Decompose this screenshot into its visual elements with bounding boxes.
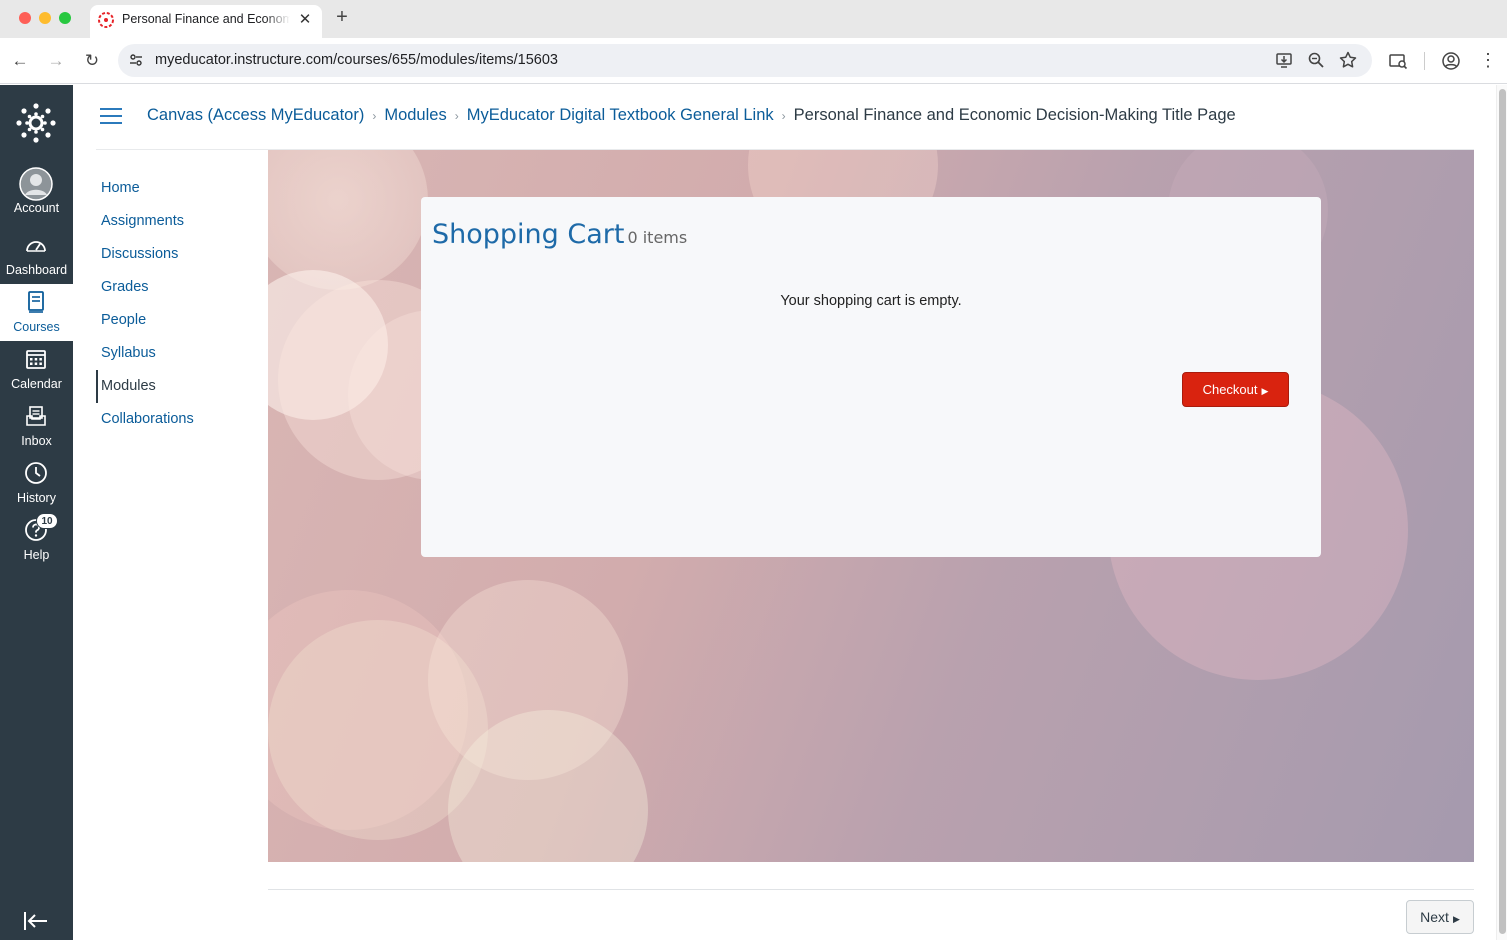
browser-tab-bar: Personal Finance and Economic Decision-M…	[0, 0, 1507, 38]
new-tab-icon[interactable]: +	[332, 7, 352, 27]
maximize-window-button[interactable]	[59, 12, 71, 24]
breadcrumb-chevron-icon: ›	[454, 109, 459, 123]
course-nav-syllabus[interactable]: Syllabus	[96, 337, 256, 370]
close-window-button[interactable]	[19, 12, 31, 24]
close-tab-icon[interactable]: ✕	[296, 11, 314, 29]
breadcrumb-link-modules[interactable]: Modules	[384, 106, 446, 124]
browser-tab[interactable]: Personal Finance and Economic Decision-M…	[90, 5, 322, 38]
browser-toolbar: ← → ↻ myeducator.instructure.com/courses…	[0, 38, 1507, 84]
gnav-calendar[interactable]: Calendar	[0, 341, 73, 398]
zoom-icon[interactable]	[1306, 50, 1326, 70]
forward-arrow-icon[interactable]: →	[45, 50, 67, 72]
canvas-favicon-icon	[98, 12, 114, 28]
scrollbar-thumb[interactable]	[1499, 89, 1506, 934]
book-icon	[28, 291, 44, 313]
gnav-history[interactable]: History	[0, 455, 73, 512]
browser-menu-icon[interactable]: ⋮	[1478, 51, 1498, 71]
gnav-dashboard[interactable]: Dashboard	[0, 227, 73, 284]
course-nav-discussions[interactable]: Discussions	[96, 238, 256, 271]
user-avatar-icon	[19, 167, 53, 201]
breadcrumb-chevron-icon: ›	[372, 109, 377, 123]
breadcrumb-chevron-icon: ›	[781, 109, 786, 123]
toolbar-divider	[1424, 52, 1425, 70]
gnav-history-label: History	[17, 491, 56, 505]
gnav-help[interactable]: 10 Help	[0, 512, 73, 569]
url-text: myeducator.instructure.com/courses/655/m…	[155, 52, 558, 68]
footer-divider	[268, 889, 1474, 890]
dashboard-gauge-icon	[26, 241, 46, 252]
checkout-button[interactable]: Checkout ▶	[1182, 372, 1289, 407]
clock-icon	[25, 462, 47, 484]
checkout-label: Checkout	[1202, 382, 1258, 397]
gnav-dashboard-label: Dashboard	[5, 263, 68, 277]
course-nav-grades[interactable]: Grades	[96, 271, 256, 304]
global-navigation: Account Dashboard Courses Calendar Inbox…	[0, 85, 73, 940]
next-button[interactable]: Next ▶	[1406, 900, 1474, 934]
calendar-icon	[26, 350, 46, 369]
breadcrumb-current-page: Personal Finance and Economic Decision-M…	[793, 106, 1236, 124]
profile-icon[interactable]	[1441, 51, 1461, 71]
course-navigation: Home Assignments Discussions Grades Peop…	[96, 172, 256, 436]
course-nav-people[interactable]: People	[96, 304, 256, 337]
minimize-window-button[interactable]	[39, 12, 51, 24]
gnav-inbox-label: Inbox	[21, 434, 52, 448]
gnav-courses[interactable]: Courses	[0, 284, 73, 341]
gnav-account[interactable]: Account	[0, 165, 73, 222]
bookmark-star-icon[interactable]	[1338, 50, 1358, 70]
course-nav-modules[interactable]: Modules	[96, 370, 256, 403]
page-scrollbar[interactable]	[1496, 85, 1507, 940]
course-menu-hamburger-icon[interactable]	[100, 108, 124, 128]
cart-title-text: Shopping Cart	[432, 219, 625, 250]
reload-icon[interactable]: ↻	[81, 50, 103, 72]
breadcrumb: Canvas (Access MyEducator) › Modules › MyEdu…	[147, 106, 1236, 125]
shopping-cart-panel: Shopping Cart 0 items Your shopping cart …	[421, 197, 1321, 557]
address-bar[interactable]: myeducator.instructure.com/courses/655/m…	[118, 44, 1372, 77]
gnav-calendar-label: Calendar	[11, 377, 62, 391]
bokeh-circle	[268, 150, 428, 290]
site-settings-icon[interactable]	[128, 52, 144, 68]
collapse-nav-icon[interactable]	[22, 910, 50, 932]
course-nav-assignments[interactable]: Assignments	[96, 205, 256, 238]
cart-title: Shopping Cart 0 items	[432, 219, 687, 250]
breadcrumb-link-course[interactable]: Canvas (Access MyEducator)	[147, 106, 364, 124]
course-nav-home[interactable]: Home	[96, 172, 256, 205]
gnav-inbox[interactable]: Inbox	[0, 398, 73, 455]
breadcrumb-link-module-item[interactable]: MyEducator Digital Textbook General Link	[467, 106, 774, 124]
tab-title: Personal Finance and Economic Decision-M…	[122, 12, 290, 26]
course-nav-collaborations[interactable]: Collaborations	[96, 403, 256, 436]
cart-empty-message: Your shopping cart is empty.	[780, 293, 962, 309]
cart-item-count: 0 items	[627, 228, 688, 247]
gnav-courses-label: Courses	[13, 320, 60, 334]
caret-right-icon: ▶	[1452, 914, 1460, 924]
canvas-logo-icon[interactable]	[16, 103, 56, 143]
help-badge: 10	[36, 513, 58, 529]
gnav-help-label: Help	[23, 548, 50, 562]
gnav-account-label: Account	[13, 201, 60, 215]
back-arrow-icon[interactable]: ←	[9, 50, 31, 72]
next-label: Next	[1420, 909, 1449, 925]
caret-right-icon: ▶	[1261, 386, 1269, 396]
install-app-icon[interactable]	[1274, 50, 1294, 70]
inbox-icon	[26, 406, 46, 426]
tab-search-icon[interactable]	[1388, 51, 1408, 71]
